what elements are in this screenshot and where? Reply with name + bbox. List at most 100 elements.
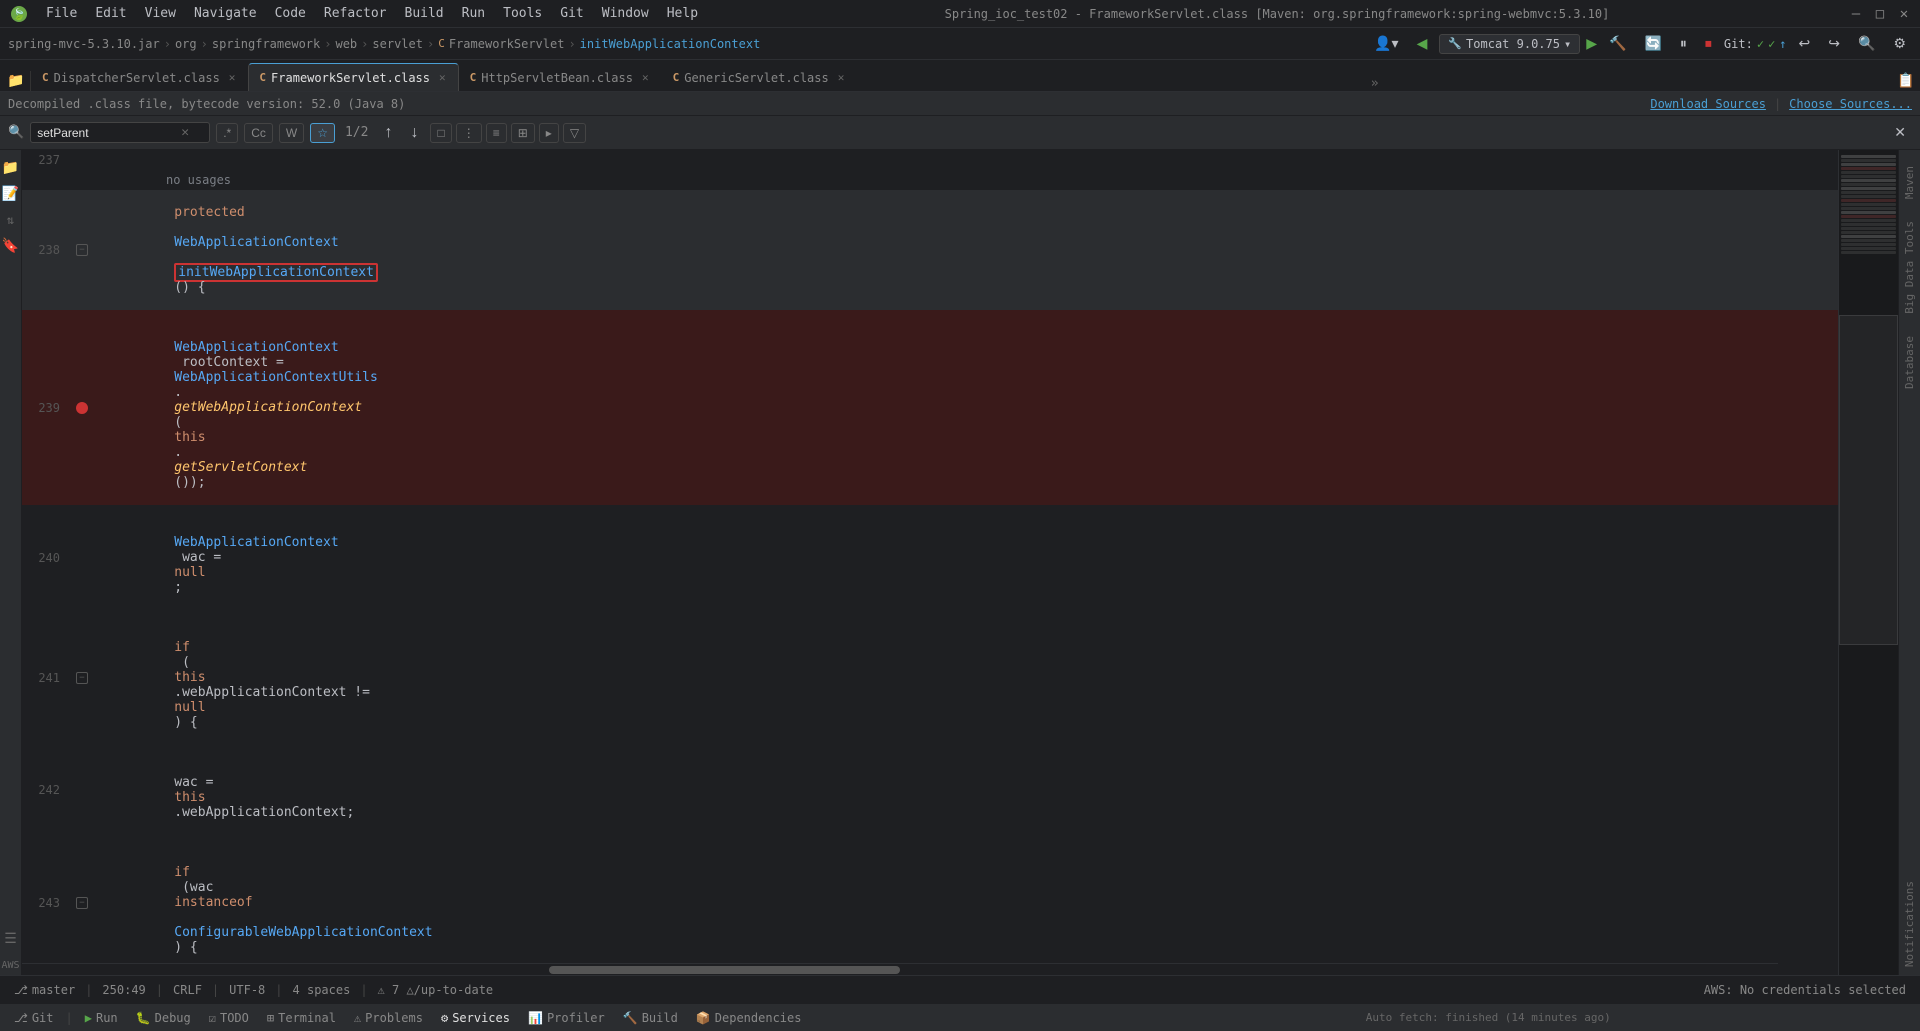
tool-services[interactable]: ⚙ Services	[435, 1009, 516, 1027]
highlight-button[interactable]: ≡	[486, 123, 507, 143]
tab-close-3[interactable]: ✕	[640, 71, 651, 84]
panel-icon-aws[interactable]: AWS	[1, 955, 21, 975]
menu-git[interactable]: Git	[552, 4, 591, 23]
git-status-item[interactable]: ⎇ master	[8, 981, 81, 999]
close-search-button[interactable]: ▸	[539, 123, 559, 143]
git-checkmark-2[interactable]: ✓	[1768, 37, 1775, 51]
tool-debug[interactable]: 🐛 Debug	[130, 1009, 197, 1027]
tool-run[interactable]: ▶ Run	[79, 1009, 124, 1027]
maximize-button[interactable]: □	[1872, 6, 1888, 22]
git-arrow-up[interactable]: ↑	[1779, 37, 1786, 51]
panel-icon-pull-requests[interactable]: ⇅	[1, 210, 21, 230]
tool-build[interactable]: 🔨 Build	[617, 1009, 684, 1027]
panel-icon-structure[interactable]: ☰	[1, 929, 21, 949]
menu-file[interactable]: File	[38, 4, 85, 23]
menu-code[interactable]: Code	[267, 4, 314, 23]
fold-238[interactable]: −	[76, 244, 88, 256]
tool-profiler[interactable]: 📊 Profiler	[522, 1009, 611, 1027]
close-search-x[interactable]: ✕	[1888, 122, 1912, 143]
tab-close-1[interactable]: ✕	[227, 71, 238, 84]
breadcrumb-servlet[interactable]: servlet	[372, 37, 423, 51]
panel-icon-project[interactable]: 📁	[1, 158, 21, 178]
minimap-viewport[interactable]	[1839, 315, 1898, 645]
tab-framework-servlet[interactable]: C FrameworkServlet.class ✕	[248, 63, 458, 91]
breadcrumb-springframework[interactable]: springframework	[212, 37, 320, 51]
right-panel-toggle[interactable]: 📋	[1896, 71, 1916, 91]
stop-button[interactable]: ⏹	[1699, 33, 1718, 54]
word-button[interactable]: W	[279, 123, 304, 143]
menu-window[interactable]: Window	[594, 4, 657, 23]
tool-todo[interactable]: ☑ TODO	[203, 1009, 255, 1027]
download-sources-link[interactable]: Download Sources	[1650, 97, 1766, 111]
clear-search-icon[interactable]: ✕	[181, 125, 189, 140]
vcs-button[interactable]: 👤▾	[1368, 33, 1404, 54]
menu-run[interactable]: Run	[454, 4, 493, 23]
run-button[interactable]: ▶	[1586, 33, 1597, 54]
breadcrumb-web[interactable]: web	[335, 37, 357, 51]
search-filter-icon[interactable]: ▽	[563, 123, 586, 143]
maven-panel-tab[interactable]: Maven	[1900, 158, 1919, 207]
h-scroll-thumb[interactable]	[549, 966, 900, 974]
tab-http-servlet-bean[interactable]: C HttpServletBean.class ✕	[459, 63, 662, 91]
tab-close-4[interactable]: ✕	[836, 71, 847, 84]
undo-button[interactable]: ↩	[1793, 33, 1817, 54]
settings-button[interactable]: ⚙	[1887, 33, 1912, 54]
reload-button[interactable]: 🔄	[1638, 33, 1667, 54]
git-checkmark-1[interactable]: ✓	[1757, 37, 1764, 51]
breadcrumb-method[interactable]: initWebApplicationContext	[580, 37, 761, 51]
menu-navigate[interactable]: Navigate	[186, 4, 265, 23]
tab-close-2[interactable]: ✕	[437, 71, 448, 84]
horizontal-scrollbar[interactable]	[22, 963, 1778, 975]
tool-git[interactable]: ⎇ Git	[8, 1009, 60, 1027]
aws-status-item[interactable]: AWS: No credentials selected	[1698, 981, 1912, 999]
close-button[interactable]: ✕	[1896, 6, 1912, 22]
breadcrumb-framework-servlet[interactable]: FrameworkServlet	[449, 37, 565, 51]
filter-occurrences[interactable]: ⊞	[511, 123, 535, 143]
encoding-item[interactable]: UTF-8	[223, 981, 271, 999]
menu-refactor[interactable]: Refactor	[316, 4, 395, 23]
more-button[interactable]: ⏸	[1674, 33, 1693, 54]
menu-build[interactable]: Build	[397, 4, 452, 23]
redo-button[interactable]: ↪	[1822, 33, 1846, 54]
tab-dispatcher-servlet[interactable]: C DispatcherServlet.class ✕	[31, 63, 248, 91]
more-search-options[interactable]: ⋮	[456, 123, 482, 143]
tool-problems[interactable]: ⚠ Problems	[348, 1009, 429, 1027]
search-input[interactable]	[37, 126, 177, 140]
tab-generic-servlet[interactable]: C GenericServlet.class ✕	[662, 63, 858, 91]
choose-sources-link[interactable]: Choose Sources...	[1789, 97, 1912, 111]
left-panel-toggle[interactable]: 📁	[6, 71, 26, 91]
tabs-overflow[interactable]: »	[1363, 76, 1387, 91]
fold-243[interactable]: −	[76, 897, 88, 909]
notifications-panel-tab[interactable]: Notifications	[1900, 873, 1919, 975]
big-data-panel-tab[interactable]: Big Data Tools	[1900, 213, 1919, 322]
menu-tools[interactable]: Tools	[495, 4, 550, 23]
menu-help[interactable]: Help	[659, 4, 706, 23]
prev-result-button[interactable]: ↑	[378, 122, 398, 144]
filter-button[interactable]: ☆	[310, 123, 335, 143]
menu-edit[interactable]: Edit	[87, 4, 134, 23]
database-panel-tab[interactable]: Database	[1900, 328, 1919, 397]
indent-item[interactable]: 4 spaces	[287, 981, 357, 999]
breakpoint-239[interactable]	[76, 402, 88, 414]
tool-terminal[interactable]: ⊞ Terminal	[261, 1009, 342, 1027]
build-button[interactable]: 🔨	[1603, 33, 1632, 54]
position-item[interactable]: 250:49	[96, 981, 151, 999]
panel-icon-bookmarks[interactable]: 🔖	[1, 236, 21, 256]
regex-button[interactable]: .*	[216, 123, 238, 143]
next-result-button[interactable]: ↓	[404, 122, 424, 144]
tool-dependencies[interactable]: 📦 Dependencies	[690, 1009, 808, 1027]
menu-view[interactable]: View	[137, 4, 184, 23]
minimize-button[interactable]: —	[1848, 6, 1864, 22]
breadcrumb-org[interactable]: org	[175, 37, 197, 51]
case-button[interactable]: Cc	[244, 123, 273, 143]
back-button[interactable]: ◀	[1411, 33, 1434, 54]
app-logo[interactable]: 🍃	[8, 3, 30, 25]
fold-241[interactable]: −	[76, 672, 88, 684]
expand-search-button[interactable]: □	[430, 123, 451, 143]
tomcat-selector[interactable]: 🔧 Tomcat 9.0.75 ▾	[1439, 34, 1580, 54]
panel-icon-commit[interactable]: 📝	[1, 184, 21, 204]
breadcrumb-jar[interactable]: spring-mvc-5.3.10.jar	[8, 37, 160, 51]
line-ending-item[interactable]: CRLF	[167, 981, 208, 999]
search-everywhere-button[interactable]: 🔍	[1852, 33, 1881, 54]
warnings-item[interactable]: ⚠ 7 △/up-to-date	[372, 981, 500, 999]
